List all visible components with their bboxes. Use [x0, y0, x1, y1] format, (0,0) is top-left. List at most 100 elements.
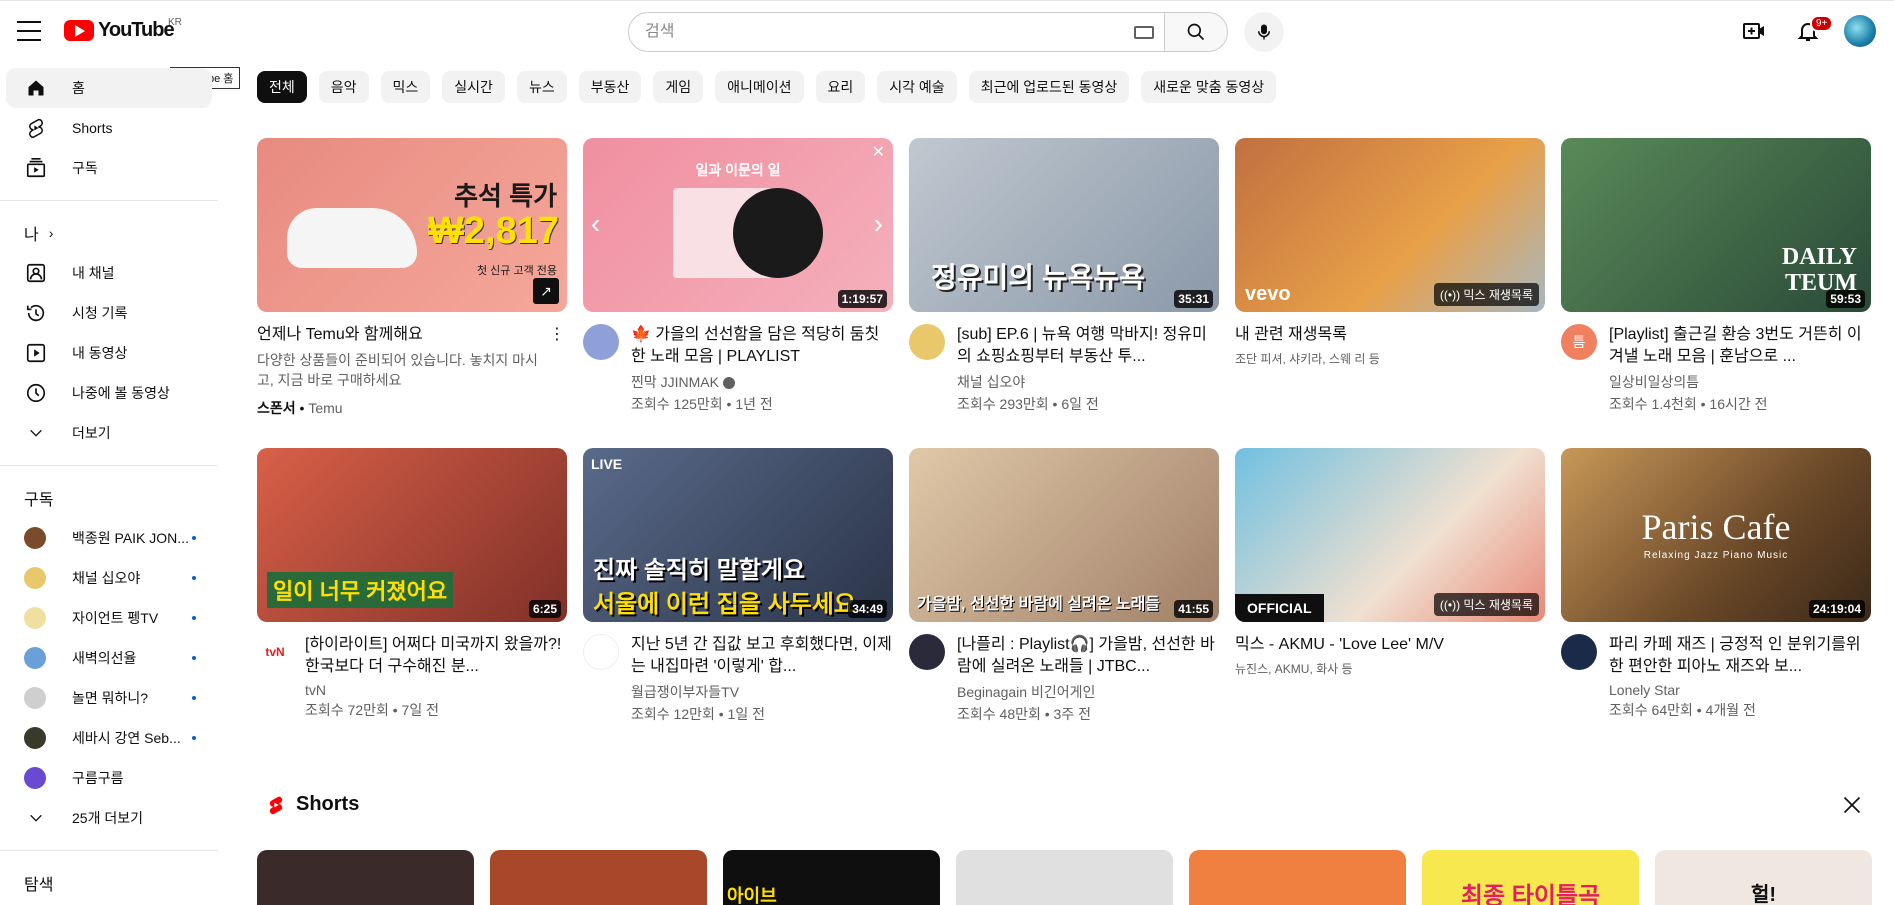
chip-games[interactable]: 게임	[653, 71, 704, 103]
video-title[interactable]: 내 관련 재생목록	[1235, 324, 1545, 346]
chip-visual-arts[interactable]: 시각 예술	[877, 71, 957, 103]
search-button[interactable]	[1164, 12, 1228, 52]
sidebar-item-more-subscriptions[interactable]: 25개 더보기	[6, 798, 212, 838]
video-thumbnail[interactable]: DAILY TEUM 59:53	[1561, 138, 1871, 312]
dismiss-shorts-button[interactable]	[1842, 795, 1862, 820]
video-meta: 파리 카페 재즈 | 긍정적 인 분위기를위한 편안한 피아노 재즈와 보...…	[1561, 634, 1871, 720]
close-icon[interactable]: ✕	[872, 142, 885, 162]
video-meta-text: [하이라이트] 어쩌다 미국까지 왔을까?! 한국보다 더 구수해진 분... …	[305, 634, 567, 720]
ad-description: 다양한 상품들이 준비되어 있습니다. 놓치지 마시고, 지금 바로 구매하세요	[257, 352, 538, 388]
channel-name[interactable]: Lonely Star	[1609, 682, 1871, 698]
video-card[interactable]: 일이 너무 커졌어요 6:25 tvN [하이라이트] 어쩌다 미국까지 왔을까…	[257, 448, 567, 724]
short-thumbnail[interactable]: 헐!	[1655, 850, 1872, 905]
menu-button[interactable]	[17, 21, 41, 41]
chip-mix[interactable]: 믹스	[380, 71, 431, 103]
video-title[interactable]: 지난 5년 간 집값 보고 후회했다면, 이제는 내집마련 '이렇게' 합...	[631, 634, 893, 678]
sidebar-subscription-item[interactable]: 새벽의선율	[6, 638, 212, 678]
channel-avatar[interactable]	[583, 634, 619, 670]
video-title[interactable]: [나플리 : Playlist🎧] 가을밤, 선선한 바람에 실려온 노래들 |…	[957, 634, 1219, 678]
sidebar-item-subscriptions[interactable]: 구독	[6, 148, 212, 188]
chip-recently-uploaded[interactable]: 최근에 업로드된 동영상	[968, 71, 1130, 103]
chevron-right-icon[interactable]: ›	[874, 208, 883, 240]
video-thumbnail[interactable]: 추석 특가 ₩2,817 첫 신규 고객 전용 ↗	[257, 138, 567, 312]
search-input[interactable]	[645, 23, 1105, 41]
video-thumbnail[interactable]: vevo ((•)) 믹스 재생목록	[1235, 138, 1545, 312]
video-title[interactable]: 믹스 - AKMU - 'Love Lee' M/V	[1235, 634, 1545, 656]
sidebar-item-history[interactable]: 시청 기록	[6, 293, 212, 333]
channel-avatar	[24, 567, 46, 589]
video-thumbnail[interactable]: 일이 너무 커졌어요 6:25	[257, 448, 567, 622]
sidebar-subscription-item[interactable]: 자이언트 펭TV	[6, 598, 212, 638]
sidebar-subscription-item[interactable]: 놀면 뭐하니?	[6, 678, 212, 718]
video-card[interactable]: DAILY TEUM 59:53 틈 [Playlist] 출근길 환승 3번도…	[1561, 138, 1871, 418]
sidebar-item-my-channel[interactable]: 내 채널	[6, 253, 212, 293]
chip-news[interactable]: 뉴스	[516, 71, 567, 103]
video-card[interactable]: LIVE 진짜 솔직히 말할게요 서울에 이런 집을 사두세요 34:49 지난…	[583, 448, 893, 724]
video-title[interactable]: 파리 카페 재즈 | 긍정적 인 분위기를위한 편안한 피아노 재즈와 보...	[1609, 634, 1871, 678]
video-thumbnail[interactable]: LIVE 진짜 솔직히 말할게요 서울에 이런 집을 사두세요 34:49	[583, 448, 893, 622]
channel-name[interactable]: Beginagain 비긴어게인	[957, 682, 1219, 702]
video-title[interactable]: 🍁 가을의 선선함을 담은 적당히 둠칫한 노래 모음 | PLAYLIST	[631, 324, 893, 368]
chip-real-estate[interactable]: 부동산	[578, 71, 642, 103]
youtube-logo[interactable]: YouTube KR	[64, 17, 182, 42]
video-thumbnail[interactable]: 일과 이문의 일 ‹ › ✕ 1:19:57	[583, 138, 893, 312]
sidebar-item-shorts[interactable]: Shorts	[6, 108, 212, 148]
channel-avatar[interactable]	[1561, 634, 1597, 670]
channel-name[interactable]: 찐막 JJINMAK	[631, 372, 893, 392]
sidebar-item-home[interactable]: 홈	[6, 68, 212, 108]
more-options-icon[interactable]: ⋮	[547, 324, 567, 418]
video-thumbnail[interactable]: OFFICIAL ((•)) 믹스 재생목록	[1235, 448, 1545, 622]
chevron-left-icon[interactable]: ‹	[591, 208, 600, 240]
mix-card[interactable]: vevo ((•)) 믹스 재생목록 내 관련 재생목록 조단 피셔, 샤키라,…	[1235, 138, 1545, 418]
voice-search-button[interactable]	[1244, 12, 1284, 52]
video-card[interactable]: 가을밤, 선선한 바람에 실려온 노래들 41:55 [나플리 : Playli…	[909, 448, 1219, 724]
mix-card[interactable]: OFFICIAL ((•)) 믹스 재생목록 믹스 - AKMU - 'Love…	[1235, 448, 1545, 724]
short-thumbnail[interactable]	[257, 850, 474, 905]
video-card[interactable]: 정유미의 뉴욕뉴욕 35:31 [sub] EP.6 | 뉴욕 여행 막바지! …	[909, 138, 1219, 418]
chip-animation[interactable]: 애니메이션	[715, 71, 804, 103]
sidebar-item-my-videos[interactable]: 내 동영상	[6, 333, 212, 373]
video-thumbnail[interactable]: 정유미의 뉴욕뉴욕 35:31	[909, 138, 1219, 312]
short-thumbnail[interactable]	[1189, 850, 1406, 905]
video-title[interactable]: [sub] EP.6 | 뉴욕 여행 막바지! 정유미의 쇼핑쇼핑부터 부동산 …	[957, 324, 1219, 368]
sidebar-item-more[interactable]: 더보기	[6, 413, 212, 453]
channel-name[interactable]: 채널 십오야	[957, 372, 1219, 392]
short-thumbnail[interactable]: 최종 타이틀곡	[1422, 850, 1639, 905]
channel-avatar[interactable]: tvN	[257, 634, 293, 670]
video-card[interactable]: 일과 이문의 일 ‹ › ✕ 1:19:57 🍁 가을의 선선함을 담은 적당히…	[583, 138, 893, 418]
channel-avatar[interactable]	[583, 324, 619, 360]
chip-live[interactable]: 실시간	[442, 71, 505, 103]
sidebar-subscription-item[interactable]: 채널 십오야	[6, 558, 212, 598]
account-avatar[interactable]	[1844, 15, 1876, 47]
video-title[interactable]: [하이라이트] 어쩌다 미국까지 왔을까?! 한국보다 더 구수해진 분...	[305, 634, 567, 678]
external-link-icon[interactable]: ↗	[533, 278, 559, 304]
sidebar-subscription-item[interactable]: 세바시 강연 Seb...	[6, 718, 212, 758]
video-title[interactable]: 언제나 Temu와 함께해요	[257, 324, 547, 346]
create-button[interactable]	[1736, 13, 1772, 49]
ad-card[interactable]: 추석 특가 ₩2,817 첫 신규 고객 전용 ↗ 언제나 Temu와 함께해요…	[257, 138, 567, 418]
keyboard-icon[interactable]	[1134, 26, 1154, 39]
video-thumbnail[interactable]: 가을밤, 선선한 바람에 실려온 노래들 41:55	[909, 448, 1219, 622]
channel-avatar[interactable]: 틈	[1561, 324, 1597, 360]
sidebar-subscription-item[interactable]: 구름구름	[6, 758, 212, 798]
channel-name[interactable]: tvN	[305, 682, 567, 698]
chip-new-to-you[interactable]: 새로운 맞춤 동영상	[1141, 71, 1277, 103]
channel-avatar[interactable]	[909, 634, 945, 670]
sidebar-item-label: 25개 더보기	[72, 810, 143, 826]
short-thumbnail[interactable]	[956, 850, 1173, 905]
notifications-button[interactable]: 9+	[1790, 13, 1834, 49]
sidebar-item-watch-later[interactable]: 나중에 볼 동영상	[6, 373, 212, 413]
short-thumbnail[interactable]: 아이브	[723, 850, 940, 905]
chip-music[interactable]: 음악	[318, 71, 369, 103]
chip-all[interactable]: 전체	[257, 71, 307, 103]
video-card[interactable]: Paris Cafe Relaxing Jazz Piano Music 24:…	[1561, 448, 1871, 724]
sidebar-subscription-item[interactable]: 백종원 PAIK JON...	[6, 518, 212, 558]
short-thumbnail[interactable]	[490, 850, 707, 905]
channel-name[interactable]: 일상비일상의틈	[1609, 372, 1871, 392]
channel-avatar[interactable]	[909, 324, 945, 360]
chip-cooking[interactable]: 요리	[815, 71, 866, 103]
sidebar-me-header[interactable]: 나 ›	[6, 213, 212, 253]
video-title[interactable]: [Playlist] 출근길 환승 3번도 거뜬히 이겨낼 노래 모음 | 훈남…	[1609, 324, 1871, 368]
video-thumbnail[interactable]: Paris Cafe Relaxing Jazz Piano Music 24:…	[1561, 448, 1871, 622]
channel-name[interactable]: 월급쟁이부자들TV	[631, 682, 893, 702]
